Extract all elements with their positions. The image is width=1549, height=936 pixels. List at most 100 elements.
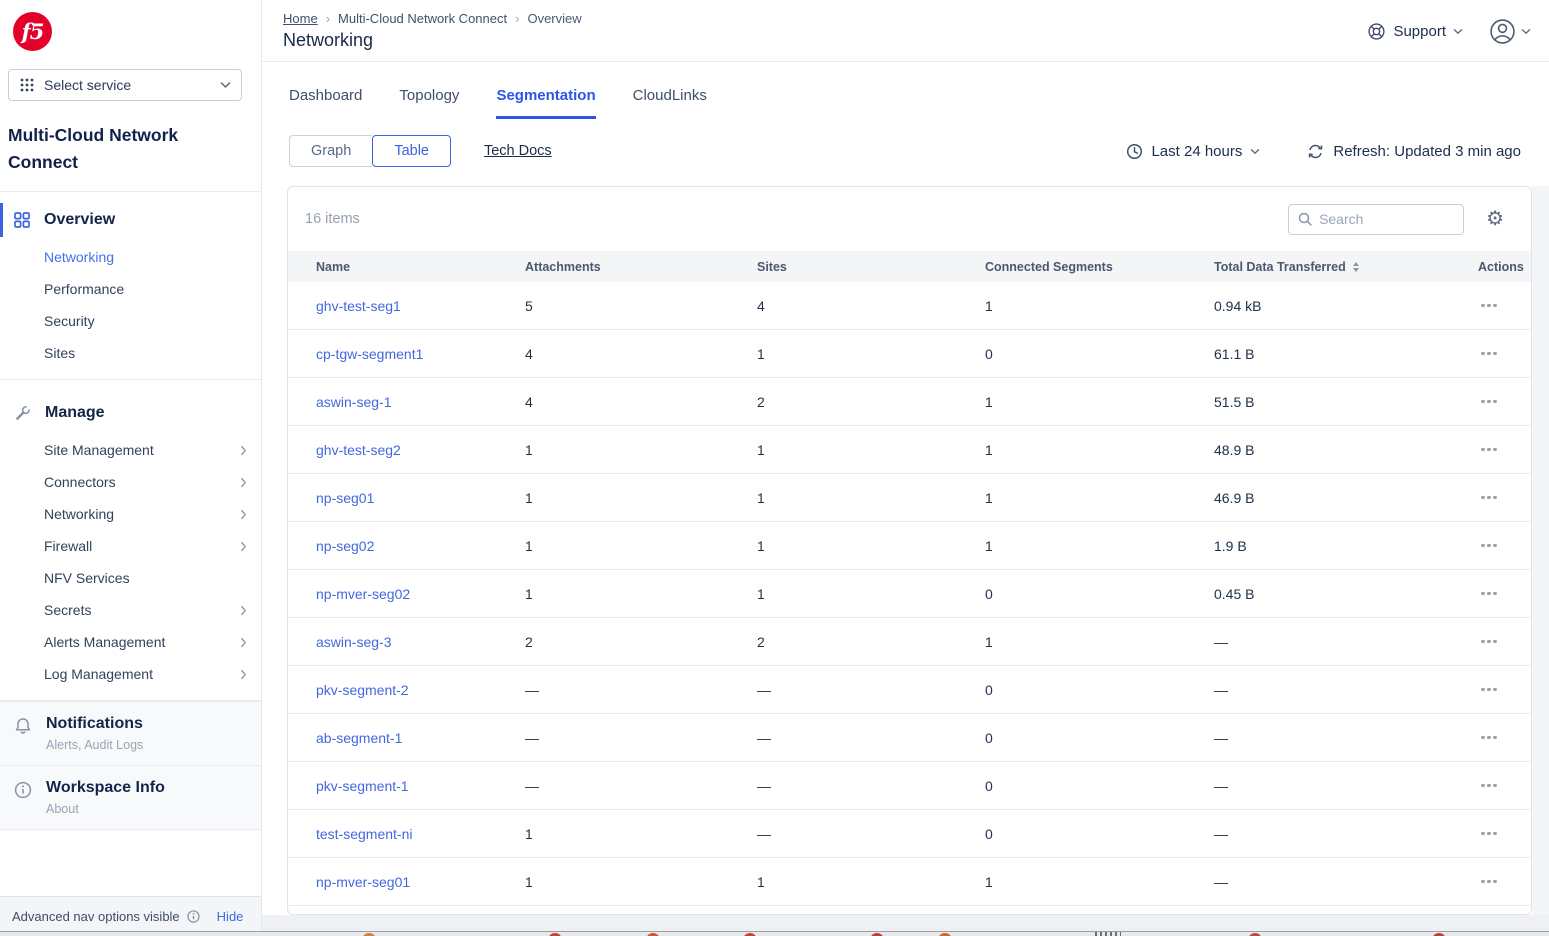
tab-segmentation[interactable]: Segmentation bbox=[496, 87, 595, 119]
sort-icon[interactable] bbox=[1353, 262, 1359, 272]
row-actions-button[interactable] bbox=[1479, 348, 1499, 360]
row-actions-button[interactable] bbox=[1479, 732, 1499, 744]
cell-total-data-transferred: 61.1 B bbox=[1214, 346, 1454, 362]
table-row: ghv-test-seg211148.9 B bbox=[288, 426, 1531, 474]
sidebar-item-manage[interactable]: Manage bbox=[0, 398, 261, 428]
cell-attachments: 4 bbox=[525, 346, 757, 362]
tech-docs-link[interactable]: Tech Docs bbox=[484, 143, 552, 159]
segment-name-link[interactable]: ghv-test-seg2 bbox=[316, 442, 401, 458]
notifications-label: Notifications bbox=[46, 715, 143, 733]
row-actions-button[interactable] bbox=[1479, 444, 1499, 456]
table-row: np-mver-seg01111— bbox=[288, 858, 1531, 906]
refresh-button[interactable]: Refresh: Updated 3 min ago bbox=[1307, 143, 1521, 160]
row-actions-button[interactable] bbox=[1479, 396, 1499, 408]
cell-attachments: — bbox=[525, 682, 757, 698]
support-menu[interactable]: Support bbox=[1367, 22, 1463, 41]
column-header-attachments[interactable]: Attachments bbox=[525, 260, 757, 274]
wrench-icon bbox=[13, 404, 32, 423]
info-icon bbox=[13, 780, 33, 816]
sidebar-item-workspace-info[interactable]: Workspace Info About bbox=[0, 765, 261, 829]
sidebar-item-label: NFV Services bbox=[44, 570, 130, 586]
tab-dashboard[interactable]: Dashboard bbox=[289, 87, 362, 119]
page-title: Networking bbox=[283, 30, 373, 51]
sidebar-item-connectors[interactable]: Connectors bbox=[0, 466, 261, 498]
row-actions-button[interactable] bbox=[1479, 876, 1499, 888]
info-icon bbox=[186, 909, 201, 924]
breadcrumb-home[interactable]: Home bbox=[283, 11, 318, 26]
chevron-right-icon bbox=[240, 445, 247, 456]
row-actions-button[interactable] bbox=[1479, 492, 1499, 504]
sidebar-item-nfv-services[interactable]: NFV Services bbox=[0, 562, 261, 594]
cell-connected-segments: 0 bbox=[985, 730, 1214, 746]
table-row: aswin-seg-3221— bbox=[288, 618, 1531, 666]
graph-view-button[interactable]: Graph bbox=[289, 135, 372, 167]
column-header-name[interactable]: Name bbox=[316, 260, 525, 274]
segment-name-link[interactable]: cp-tgw-segment1 bbox=[316, 346, 423, 362]
cell-sites: — bbox=[757, 826, 985, 842]
row-actions-button[interactable] bbox=[1479, 684, 1499, 696]
cell-sites: 2 bbox=[757, 394, 985, 410]
select-service-dropdown[interactable]: Select service bbox=[8, 69, 242, 101]
table-settings-gear-icon[interactable]: ⚙ bbox=[1486, 209, 1504, 229]
segment-name-link[interactable]: ghv-test-seg1 bbox=[316, 298, 401, 314]
table-body: ghv-test-seg15410.94 kBcp-tgw-segment141… bbox=[288, 282, 1531, 906]
page-header: Home › Multi-Cloud Network Connect › Ove… bbox=[262, 0, 1549, 62]
segment-name-link[interactable]: aswin-seg-1 bbox=[316, 394, 391, 410]
cell-connected-segments: 0 bbox=[985, 346, 1214, 362]
row-actions-button[interactable] bbox=[1479, 780, 1499, 792]
workspace-info-sublabel: About bbox=[46, 802, 165, 816]
support-label: Support bbox=[1393, 23, 1446, 40]
segment-name-link[interactable]: np-seg01 bbox=[316, 490, 374, 506]
cell-connected-segments: 1 bbox=[985, 442, 1214, 458]
column-header-connected-segments[interactable]: Connected Segments bbox=[985, 260, 1214, 274]
account-menu[interactable] bbox=[1489, 18, 1531, 45]
search-input[interactable] bbox=[1319, 211, 1454, 227]
segment-name-link[interactable]: np-mver-seg01 bbox=[316, 874, 410, 890]
sidebar-item-networking[interactable]: Networking bbox=[0, 241, 261, 273]
cell-connected-segments: 1 bbox=[985, 490, 1214, 506]
sidebar-item-site-management[interactable]: Site Management bbox=[0, 434, 261, 466]
tab-cloudlinks[interactable]: CloudLinks bbox=[633, 87, 707, 119]
segment-name-link[interactable]: aswin-seg-3 bbox=[316, 634, 391, 650]
sidebar-item-firewall[interactable]: Firewall bbox=[0, 530, 261, 562]
sidebar-item-overview[interactable]: Overview bbox=[0, 205, 261, 235]
sidebar-item-sites[interactable]: Sites bbox=[0, 337, 261, 369]
row-actions-button[interactable] bbox=[1479, 636, 1499, 648]
cell-attachments: 1 bbox=[525, 586, 757, 602]
sidebar-item-performance[interactable]: Performance bbox=[0, 273, 261, 305]
column-header-sites[interactable]: Sites bbox=[757, 260, 985, 274]
sidebar-item-log-management[interactable]: Log Management bbox=[0, 658, 261, 690]
cell-sites: 1 bbox=[757, 538, 985, 554]
hide-advanced-nav-link[interactable]: Hide bbox=[217, 909, 244, 924]
time-range-dropdown[interactable]: Last 24 hours bbox=[1126, 143, 1260, 160]
column-header-actions: Actions bbox=[1478, 260, 1531, 274]
chevron-down-icon bbox=[1453, 28, 1463, 35]
chevron-down-icon bbox=[1250, 148, 1260, 155]
table-row: test-segment-ni1—0— bbox=[288, 810, 1531, 858]
chevron-down-icon bbox=[1521, 28, 1531, 35]
segment-name-link[interactable]: np-mver-seg02 bbox=[316, 586, 410, 602]
table-header-row: Name Attachments Sites Connected Segment… bbox=[288, 251, 1531, 282]
segment-name-link[interactable]: ab-segment-1 bbox=[316, 730, 402, 746]
row-actions-button[interactable] bbox=[1479, 300, 1499, 312]
row-actions-button[interactable] bbox=[1479, 588, 1499, 600]
segment-name-link[interactable]: test-segment-ni bbox=[316, 826, 412, 842]
main-content: Home › Multi-Cloud Network Connect › Ove… bbox=[262, 0, 1549, 936]
sidebar-item-networking[interactable]: Networking bbox=[0, 498, 261, 530]
segment-name-link[interactable]: pkv-segment-1 bbox=[316, 778, 409, 794]
segment-name-link[interactable]: pkv-segment-2 bbox=[316, 682, 409, 698]
sidebar-item-notifications[interactable]: Notifications Alerts, Audit Logs bbox=[0, 701, 261, 765]
row-actions-button[interactable] bbox=[1479, 828, 1499, 840]
segment-name-link[interactable]: np-seg02 bbox=[316, 538, 374, 554]
sidebar-item-security[interactable]: Security bbox=[0, 305, 261, 337]
breadcrumb-mcn-connect[interactable]: Multi-Cloud Network Connect bbox=[338, 11, 507, 26]
chevron-right-icon bbox=[240, 605, 247, 616]
sidebar-item-secrets[interactable]: Secrets bbox=[0, 594, 261, 626]
column-header-total-data-transferred[interactable]: Total Data Transferred bbox=[1214, 260, 1454, 274]
row-actions-button[interactable] bbox=[1479, 540, 1499, 552]
sidebar-item-alerts-management[interactable]: Alerts Management bbox=[0, 626, 261, 658]
cell-total-data-transferred: — bbox=[1214, 682, 1454, 698]
sidebar-item-label: Connectors bbox=[44, 474, 116, 490]
tab-topology[interactable]: Topology bbox=[399, 87, 459, 119]
table-view-button[interactable]: Table bbox=[372, 135, 451, 167]
